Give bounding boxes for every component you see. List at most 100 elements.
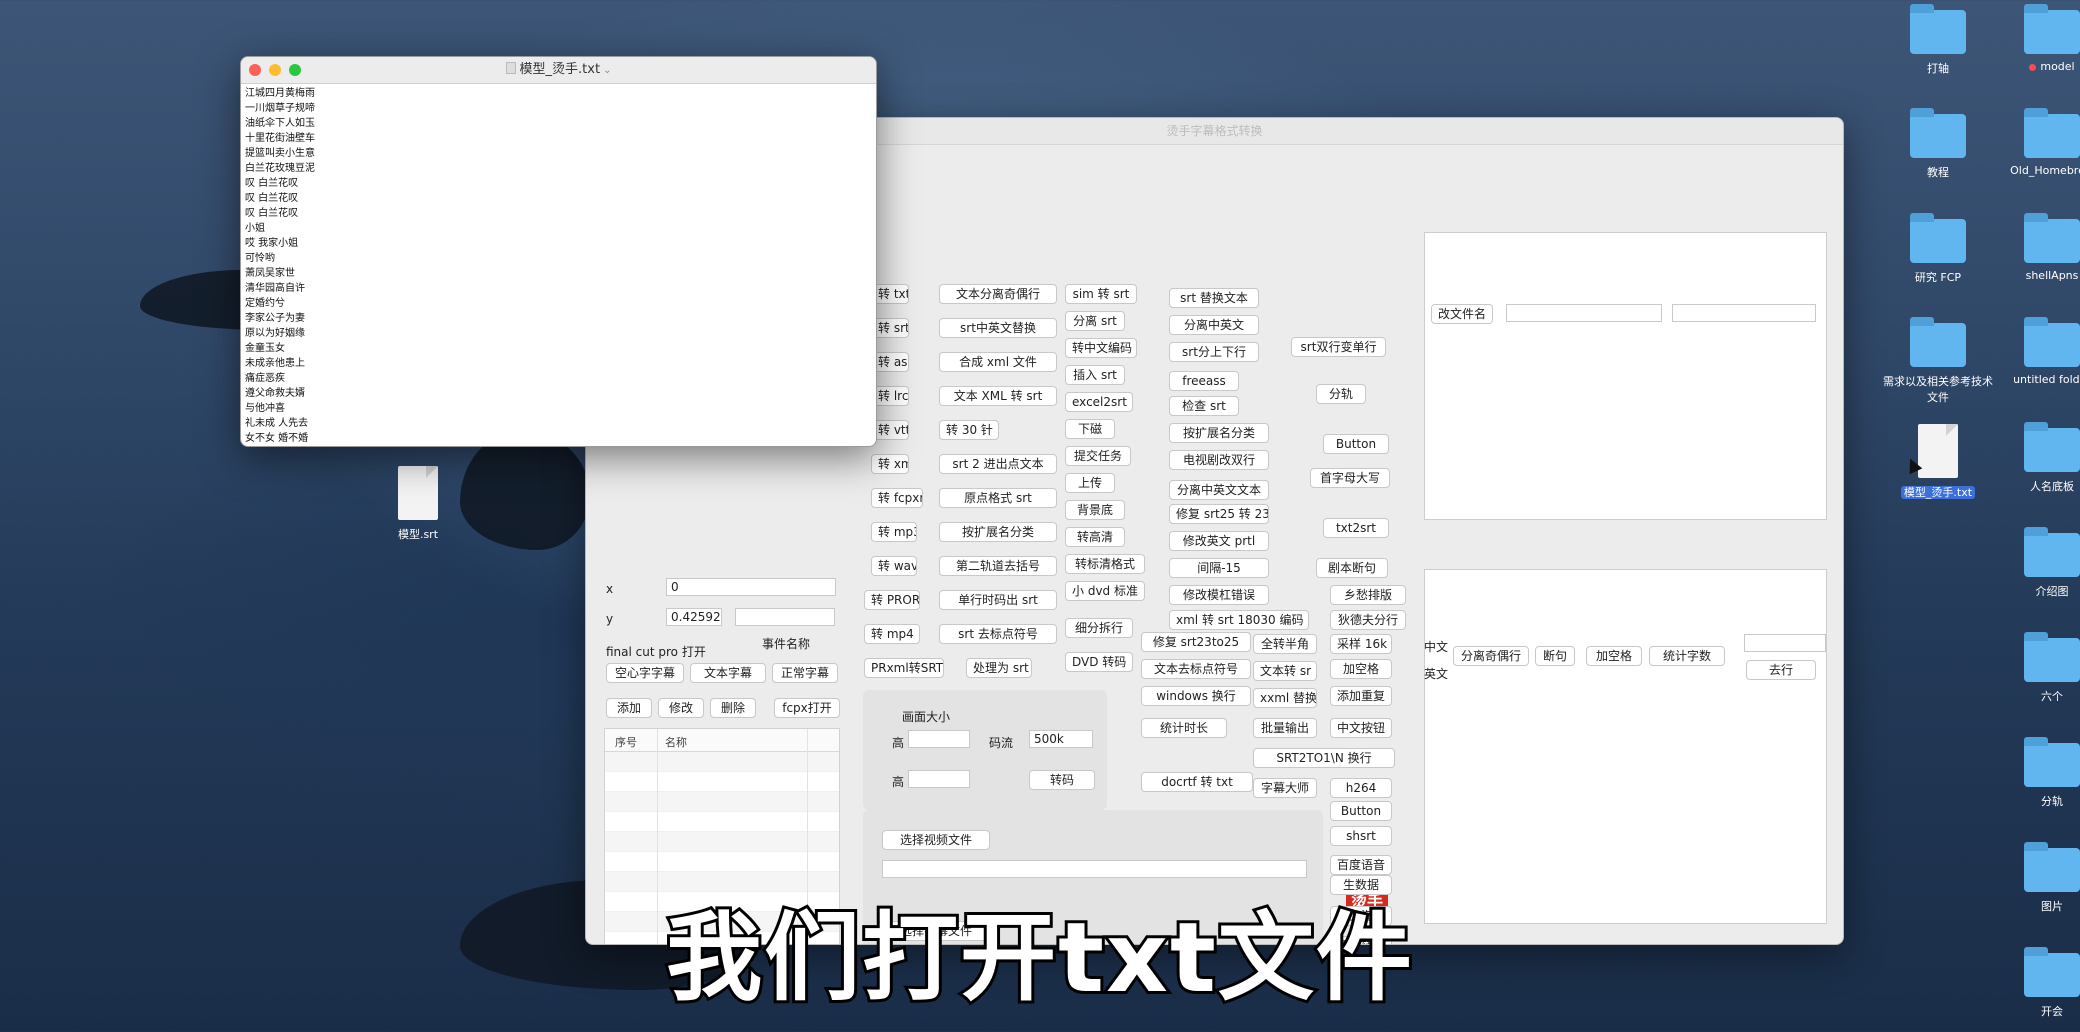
app-button[interactable]: 百度语音 [1330,855,1392,875]
app-button[interactable]: 狄德夫分行 [1330,610,1406,630]
app-button[interactable]: 剧本断句 [1316,558,1388,578]
app-button[interactable]: 首字母大写 [1310,468,1390,488]
app-button[interactable]: srt 去标点符号 [939,624,1057,644]
desktop-icon[interactable]: 模型_烫手.txt [1878,424,1998,500]
table-row[interactable] [605,832,839,852]
app-button[interactable]: 修复 srt23to25 [1141,632,1251,652]
app-button[interactable]: 小 dvd 标准 [1065,581,1145,601]
app-button[interactable]: 按扩展名分类 [939,522,1057,542]
app-button[interactable]: 细分拆行 [1065,618,1133,638]
app-button[interactable]: Button [1330,801,1392,821]
app-button[interactable]: 分离 srt [1065,311,1125,331]
app-button[interactable]: 检查 srt [1169,396,1239,416]
desktop-icon[interactable]: 介绍图 [1992,527,2080,599]
app-input[interactable] [735,608,835,626]
desktop-icon[interactable]: untitled folder [1992,317,2080,386]
app-button[interactable]: srt 2 进出点文本 [939,454,1057,474]
app-button[interactable]: docrtf 转 txt [1141,772,1253,792]
desktop-icon[interactable]: 人名底板 [1992,422,2080,494]
app-button[interactable]: 转高清 [1065,527,1125,547]
app-input[interactable]: 500k [1029,730,1093,748]
app-button[interactable]: srt双行变单行 [1291,337,1386,357]
app-button[interactable]: srt分上下行 [1169,342,1259,362]
desktop-icon[interactable]: 打轴 [1878,4,1998,76]
app-button[interactable]: 添加 [606,698,652,718]
app-button[interactable]: Button [1323,434,1389,454]
app-button[interactable]: 分离中英文文本 [1169,480,1269,500]
desktop-icon[interactable]: 教程 [1878,108,1998,180]
app-button[interactable]: 转码 [1029,770,1095,790]
app-input[interactable] [1744,634,1826,652]
desktop-icon[interactable]: 分轨 [1992,737,2080,809]
app-button[interactable]: 全转半角 [1253,634,1317,654]
app-button[interactable]: 文本分离奇偶行 [939,284,1057,304]
app-button[interactable]: 断句 [1535,646,1575,666]
app-button[interactable]: 空心字字幕 [606,663,684,683]
app-input[interactable] [882,860,1307,878]
app-button[interactable]: 分离中英文 [1169,315,1259,335]
desktop-icon[interactable]: Old_Homebrew [1992,108,2080,177]
app-button[interactable]: 文本转 sr [1253,661,1317,681]
app-button[interactable]: 字幕大师 [1253,778,1317,798]
app-button[interactable]: 间隔-15 [1169,558,1269,578]
chevron-down-icon[interactable]: ⌄ [603,65,611,76]
app-button[interactable]: srt 替换文本 [1169,288,1259,308]
app-button[interactable]: 转 mp3 [871,522,917,542]
app-button[interactable]: 合成 xml 文件 [939,352,1057,372]
app-button[interactable]: 正常字幕 [772,663,838,683]
app-button[interactable]: excel2srt [1065,392,1133,412]
table-row[interactable] [605,812,839,832]
table-row[interactable] [605,752,839,772]
app-button[interactable]: 改文件名 [1431,304,1493,324]
app-button[interactable]: 分离奇偶行 [1453,646,1529,666]
app-button[interactable]: 背景底 [1065,500,1125,520]
app-button[interactable]: 统计时长 [1141,718,1227,738]
table-row[interactable] [605,852,839,872]
app-button[interactable]: 去行 [1746,660,1816,680]
app-button[interactable]: 采样 16k [1330,634,1392,654]
app-button[interactable]: 统计字数 [1649,646,1725,666]
app-input[interactable] [908,730,970,748]
app-button[interactable]: 添加重复 [1330,686,1392,706]
app-button[interactable]: 加空格 [1586,646,1642,666]
app-input[interactable] [908,770,970,788]
app-button[interactable]: 转 mp4 [864,624,920,644]
app-button[interactable]: 修复 srt25 转 23 [1169,504,1269,524]
app-button[interactable]: SRT2TO1\N 换行 [1253,748,1395,768]
desktop-icon[interactable]: model [1992,4,2080,73]
app-button[interactable]: 修改英文 prtl [1169,531,1269,551]
app-button[interactable]: 删除 [710,698,756,718]
app-button[interactable]: 修改模杠错误 [1169,585,1269,605]
table-row[interactable] [605,792,839,812]
app-button[interactable]: 单行时码出 srt [939,590,1057,610]
text-area-top[interactable] [1424,232,1827,520]
app-button[interactable]: xxml 替换 [1253,688,1317,708]
app-button[interactable]: 文本 XML 转 srt [939,386,1057,406]
app-button[interactable]: 第二轨道去括号 [939,556,1057,576]
app-button[interactable]: 转标清格式 [1065,554,1145,574]
app-button[interactable]: shsrt [1330,826,1392,846]
app-button[interactable]: 转 fcpxml [871,488,923,508]
app-button[interactable]: 转 xml [871,454,909,474]
desktop-icon[interactable]: 六个 [1992,632,2080,704]
app-input[interactable] [1506,304,1662,322]
app-button[interactable]: 插入 srt [1065,365,1125,385]
app-button[interactable]: fcpx打开 [774,698,840,718]
app-button[interactable]: sim 转 srt [1065,284,1137,304]
app-button[interactable]: 转中文编码 [1065,338,1137,358]
app-button[interactable]: 原点格式 srt [939,488,1057,508]
app-button[interactable]: 选择视频文件 [882,830,990,850]
app-button[interactable]: 加空格 [1330,659,1392,679]
textedit-content[interactable]: 江城四月黄梅雨 一川烟草子规啼 油纸伞下人如玉 十里花街油壁车 提篮叫卖小生意 白兰花玫瑰… [241,84,876,446]
app-button[interactable]: xml 转 srt 18030 编码 [1169,610,1309,630]
textedit-titlebar[interactable]: 模型_烫手.txt ⌄ [241,57,876,84]
app-button[interactable]: 提交任务 [1065,446,1131,466]
app-button[interactable]: 分轨 [1316,384,1366,404]
app-input[interactable]: 0 [666,578,836,596]
app-button[interactable]: 转 wav [871,556,917,576]
app-input[interactable] [1672,304,1816,322]
app-button[interactable]: 修改 [658,698,704,718]
app-button[interactable]: 按扩展名分类 [1169,423,1269,443]
app-button[interactable]: 处理为 srt [966,658,1032,678]
app-button[interactable]: 下磁 [1065,419,1115,439]
